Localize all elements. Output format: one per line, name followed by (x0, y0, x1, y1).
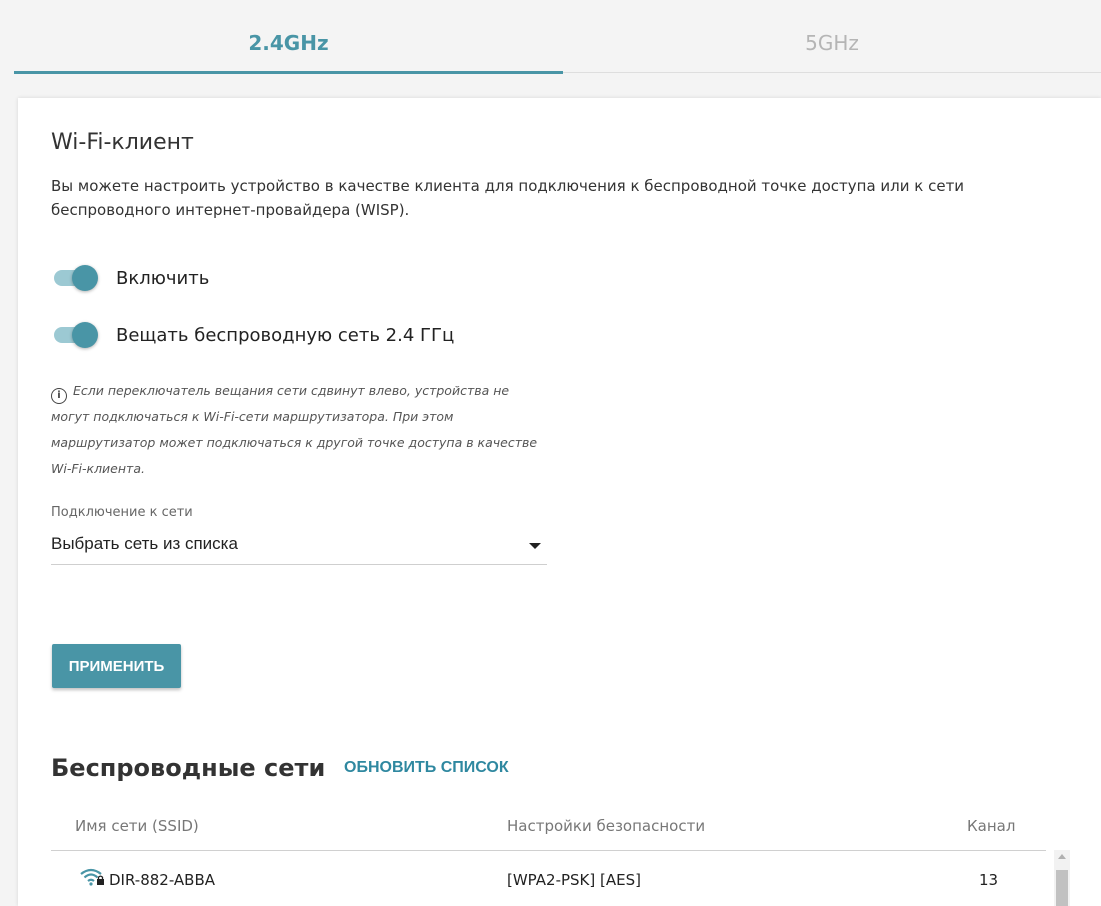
networks-title: Беспроводные сети (51, 754, 326, 782)
toggle-switch[interactable] (54, 264, 98, 292)
broadcast-toggle[interactable]: Вещать беспроводную сеть 2.4 ГГц (54, 321, 454, 349)
wifi-secured-icon (80, 868, 106, 890)
row-channel: 13 (979, 871, 999, 889)
caret-down-icon (529, 543, 541, 549)
column-security: Настройки безопасности (507, 817, 706, 835)
table-scrollbar[interactable] (1054, 850, 1070, 906)
column-ssid: Имя сети (SSID) (75, 817, 199, 835)
tab-5ghz[interactable]: 5GHz (563, 13, 1101, 73)
broadcast-toggle-label: Вещать беспроводную сеть 2.4 ГГц (116, 324, 455, 346)
connection-select[interactable]: Выбрать сеть из списка (51, 525, 547, 565)
table-row[interactable]: DIR-882-ABBA [WPA2-PSK] [AES] 13 (51, 858, 1046, 906)
row-security: [WPA2-PSK] [AES] (507, 871, 641, 889)
column-channel: Канал (967, 817, 1016, 835)
broadcast-note: i Если переключатель вещания сети сдвинут… (51, 378, 541, 482)
wifi-client-card: Wi-Fi-клиент Вы можете настроить устройс… (18, 98, 1101, 906)
apply-button[interactable]: ПРИМЕНИТЬ (52, 644, 181, 688)
refresh-list-link[interactable]: ОБНОВИТЬ СПИСОК (344, 759, 509, 777)
page-title: Wi-Fi-клиент (51, 130, 194, 155)
band-tabs: 2.4GHz 5GHz (14, 13, 1101, 74)
table-divider (51, 850, 1046, 851)
row-ssid: DIR-882-ABBA (109, 871, 216, 889)
note-text: Если переключатель вещания сети сдвинут … (51, 383, 538, 476)
info-icon: i (51, 388, 67, 404)
connection-label: Подключение к сети (51, 505, 193, 520)
connection-select-value: Выбрать сеть из списка (51, 534, 238, 553)
toggle-switch[interactable] (54, 321, 98, 349)
scroll-thumb[interactable] (1056, 870, 1068, 906)
enable-toggle[interactable]: Включить (54, 264, 209, 292)
page-description: Вы можете настроить устройство в качеств… (51, 177, 965, 219)
scroll-up-arrow-icon[interactable] (1058, 854, 1066, 859)
enable-toggle-label: Включить (116, 267, 210, 289)
tab-2-4ghz[interactable]: 2.4GHz (14, 13, 563, 74)
